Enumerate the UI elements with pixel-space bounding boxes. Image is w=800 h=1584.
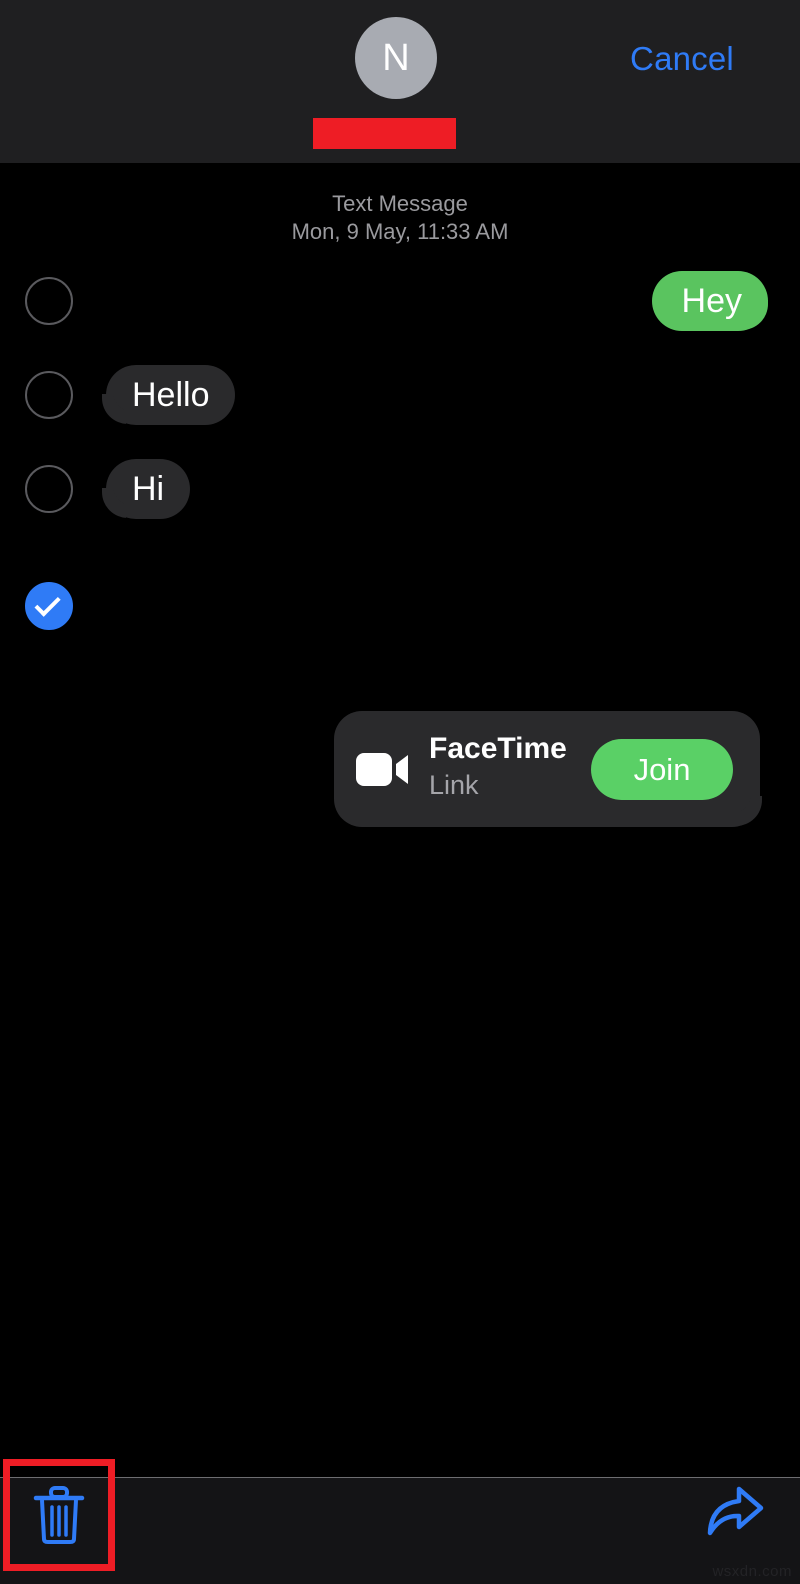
facetime-subtitle: Link	[429, 770, 479, 800]
facetime-card-text: FaceTime Link	[429, 731, 609, 803]
trash-icon	[33, 1486, 85, 1544]
checkmark-icon	[34, 590, 61, 617]
bottom-toolbar: wsxdn.com	[0, 1459, 800, 1584]
avatar-initial: N	[382, 37, 410, 79]
message-timestamp-header: Text Message Mon, 9 May, 11:33 AM	[0, 190, 800, 246]
avatar[interactable]: N	[355, 17, 437, 99]
forward-button[interactable]	[692, 1469, 776, 1553]
timestamp-datetime-label: Mon, 9 May, 11:33 AM	[291, 219, 509, 244]
facetime-title: FaceTime	[429, 732, 567, 765]
messages-screen: N Cancel Text Message Mon, 9 May, 11:33 …	[0, 0, 800, 1584]
message-select-circle-1[interactable]	[25, 371, 73, 419]
video-camera-icon	[356, 753, 408, 786]
message-text-1: Hello	[132, 375, 210, 414]
message-text-0: Hey	[681, 281, 742, 320]
watermark: wsxdn.com	[712, 1563, 792, 1580]
bubble-tail-2	[92, 488, 126, 522]
message-select-circle-3[interactable]	[25, 582, 73, 630]
message-text-2: Hi	[132, 469, 165, 508]
bubble-tail-3	[738, 796, 772, 830]
contact-name-redaction-bar	[313, 118, 456, 149]
timestamp-type-label: Text Message	[332, 191, 468, 216]
delete-button[interactable]	[13, 1469, 105, 1561]
conversation-area: Text Message Mon, 9 May, 11:33 AM Hey He…	[0, 163, 800, 1477]
forward-arrow-icon	[707, 1486, 764, 1536]
bubble-tail-1	[92, 394, 126, 428]
cancel-button[interactable]: Cancel	[608, 36, 756, 82]
join-button[interactable]: Join	[591, 739, 733, 800]
facetime-link-card[interactable]: FaceTime Link Join	[334, 711, 760, 827]
navigation-header: N Cancel	[0, 0, 800, 163]
bubble-tail-0	[744, 300, 778, 334]
message-select-circle-0[interactable]	[25, 277, 73, 325]
message-select-circle-2[interactable]	[25, 465, 73, 513]
